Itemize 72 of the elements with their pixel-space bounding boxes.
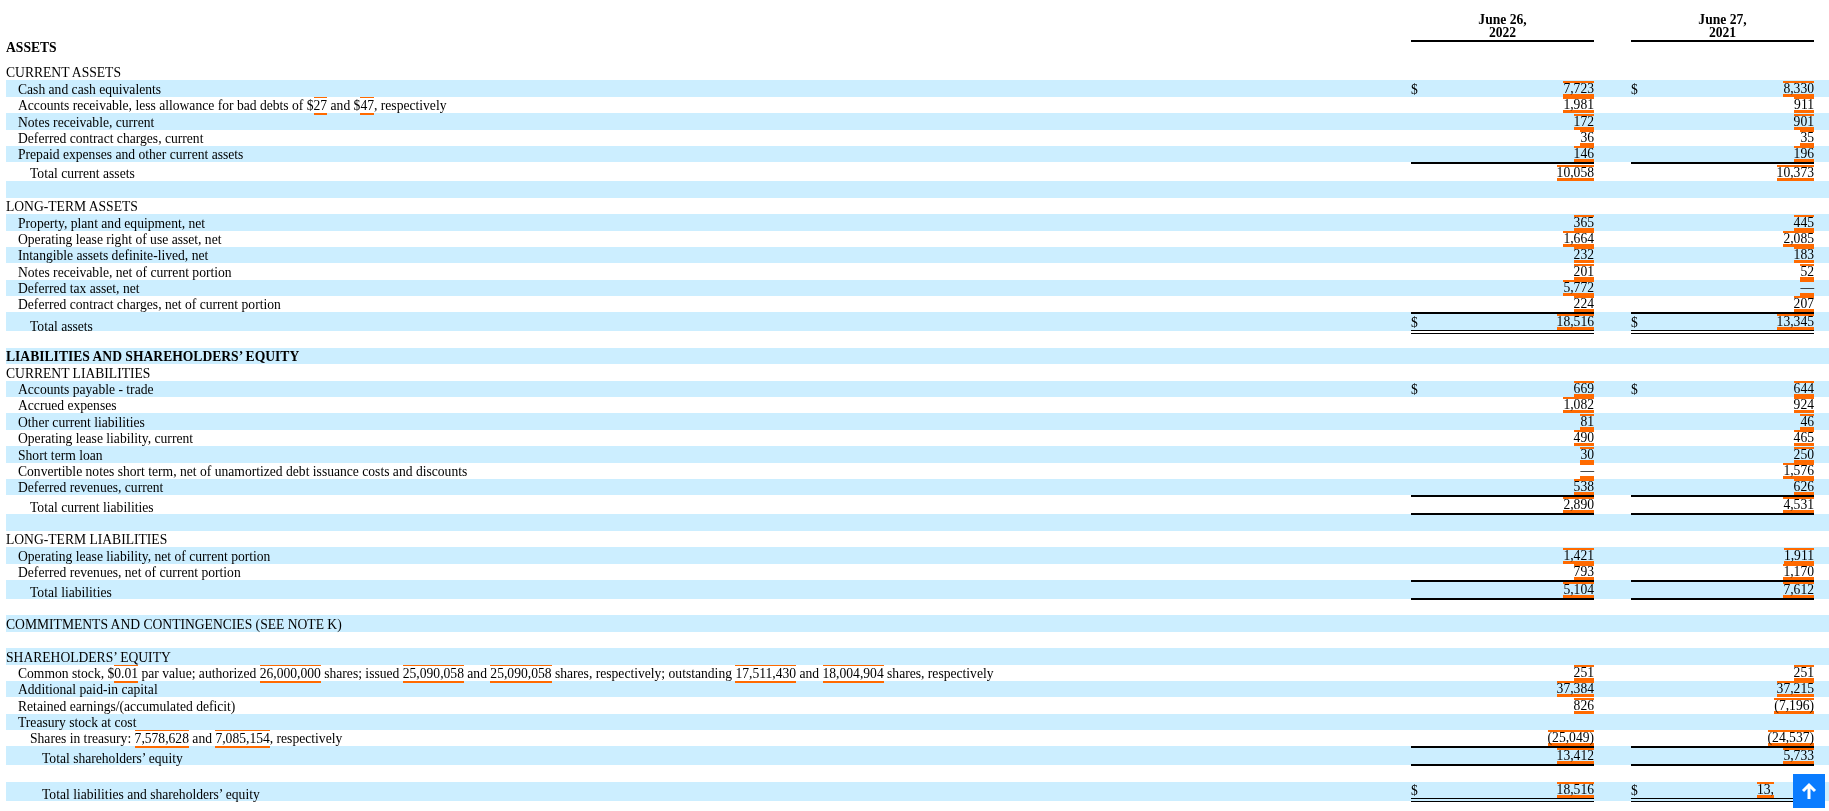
line-item-label: Deferred contract charges, net of current portion [17, 298, 282, 313]
amount: 250 [1793, 446, 1814, 463]
amount: 7,723 [1563, 80, 1594, 97]
line-item-label: Operating lease liability, net of current portion [17, 549, 272, 564]
amount: — [1580, 463, 1594, 479]
line-item-label: Other current liabilities [17, 415, 146, 430]
column-header: June 26, 2022 [1411, 13, 1594, 42]
arrow-up-icon [1801, 782, 1817, 800]
line-item-label: Total current liabilities [29, 501, 155, 516]
line-item-label: Accounts payable - trade [17, 383, 155, 398]
line-item-label: Treasury stock at cost [17, 716, 138, 731]
amount: 251 [1793, 664, 1814, 681]
line-item-label: Total assets [29, 320, 94, 335]
currency-sign: $ [1411, 316, 1418, 331]
line-item-label: Total liabilities and shareholders’ equity [41, 787, 261, 802]
line-item-label: Accrued expenses [17, 399, 118, 414]
line-item-label: Deferred tax asset, net [17, 282, 141, 297]
line-item-label: Operating lease right of use asset, net [17, 232, 223, 247]
scroll-top-button[interactable] [1793, 774, 1825, 808]
amount: 445 [1793, 214, 1814, 231]
amount: 36 [1580, 129, 1594, 146]
section-heading: COMMITMENTS AND CONTINGENCIES (SEE NOTE K) [6, 617, 343, 632]
section-heading: LIABILITIES AND SHAREHOLDERS’ EQUITY [6, 350, 301, 365]
line-item-label: Additional paid-in capital [17, 683, 159, 698]
line-item-label: Short term loan [17, 448, 104, 463]
amount: 224 [1573, 296, 1594, 313]
line-item-label: Cash and cash equivalents [17, 82, 163, 97]
line-item-label: Retained earnings/(accumulated deficit) [17, 699, 237, 714]
line-item-label: Operating lease liability, current [17, 432, 194, 447]
currency-sign: $ [1631, 82, 1638, 97]
currency-sign: $ [1631, 783, 1638, 798]
line-item-label: Convertible notes short term, net of unamortized debt issuance costs and discounts [17, 465, 469, 479]
currency-sign: $ [1631, 316, 1638, 331]
amount: 81 [1580, 413, 1594, 430]
amount: 18,516 [1556, 781, 1594, 798]
line-item-label: Total liabilities [29, 585, 113, 600]
amount: 1,170 [1783, 563, 1814, 580]
currency-sign: $ [1631, 383, 1638, 398]
amount: 251 [1573, 664, 1594, 681]
section-heading: CURRENT LIABILITIES [6, 366, 152, 381]
amount: 538 [1573, 479, 1594, 496]
line-item-label: Notes receivable, current [17, 115, 156, 130]
amount: 626 [1793, 479, 1814, 496]
amount: 13, [1757, 781, 1774, 798]
line-item-label: Total current assets [29, 167, 136, 182]
line-item-label: Deferred contract charges, current [17, 131, 205, 146]
line-item-label: Property, plant and equipment, net [17, 216, 207, 231]
line-item-label: Notes receivable, net of current portion [17, 265, 233, 280]
line-item-label: Total shareholders’ equity [41, 752, 184, 767]
amount: 1,911 [1783, 547, 1814, 564]
amount: 35 [1800, 129, 1814, 146]
section-heading: CURRENT ASSETS [6, 66, 122, 81]
currency-sign: $ [1411, 82, 1418, 97]
amount: 5,104 [1563, 581, 1594, 598]
currency-sign: $ [1411, 783, 1418, 798]
section-heading: LONG-TERM ASSETS [6, 200, 139, 215]
amount: 7,612 [1783, 581, 1814, 598]
currency-sign: $ [1411, 383, 1418, 398]
amount: 207 [1793, 296, 1814, 313]
section-heading: LONG-TERM LIABILITIES [6, 533, 169, 548]
amount: 365 [1573, 214, 1594, 231]
amount: 793 [1573, 563, 1594, 580]
line-item-label: Deferred revenues, net of current portion [17, 565, 242, 580]
line-item-label: Deferred revenues, current [17, 481, 165, 496]
line-item-label: Intangible assets definite-lived, net [17, 249, 210, 264]
line-item-label: Prepaid expenses and other current assets [17, 148, 245, 163]
amount: 46 [1800, 413, 1814, 430]
amount: (25,049) [1547, 730, 1594, 747]
column-header: June 27, 2021 [1631, 13, 1814, 42]
section-heading: SHAREHOLDERS’ EQUITY [6, 650, 172, 665]
section-heading: ASSETS [5, 40, 58, 56]
amount: 201 [1573, 263, 1594, 280]
